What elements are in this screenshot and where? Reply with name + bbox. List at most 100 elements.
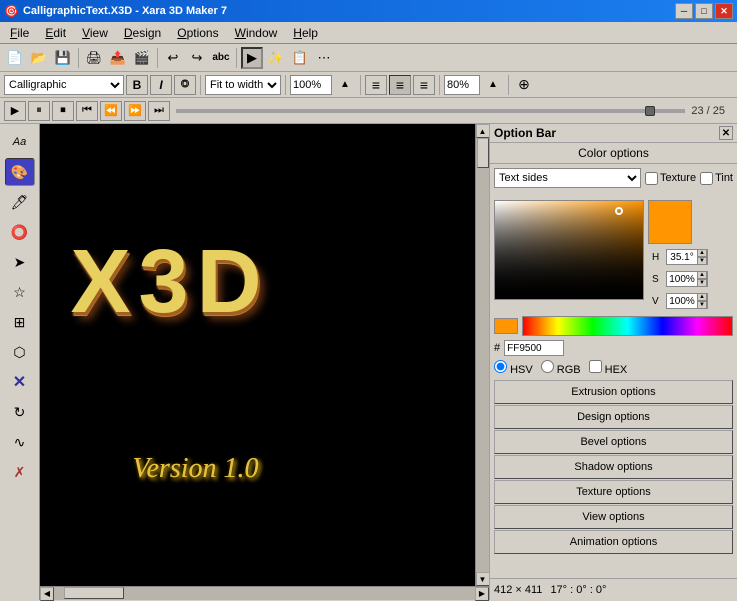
- align-right[interactable]: ≡: [413, 75, 435, 95]
- hsv-radio[interactable]: [494, 360, 507, 373]
- panel-close-button[interactable]: ✕: [719, 126, 733, 140]
- tool-wave[interactable]: ∿: [5, 428, 35, 456]
- text-button[interactable]: abc: [210, 47, 232, 69]
- menu-edit[interactable]: Edit: [37, 24, 74, 42]
- maximize-button[interactable]: □: [695, 3, 713, 19]
- font-select[interactable]: Calligraphic: [4, 75, 124, 95]
- v-row: V 100% ▲ ▼: [648, 292, 712, 310]
- undo-button[interactable]: ↩: [162, 47, 184, 69]
- minimize-button[interactable]: ─: [675, 3, 693, 19]
- magic-button[interactable]: ✨: [265, 47, 287, 69]
- hex-row: #: [490, 338, 737, 358]
- animate-button[interactable]: 🎬: [131, 47, 153, 69]
- s-up-arrow[interactable]: ▲: [697, 271, 707, 279]
- view-options-button[interactable]: View options: [494, 505, 733, 529]
- hscroll-thumb[interactable]: [64, 587, 124, 599]
- menu-window[interactable]: Window: [227, 24, 286, 42]
- extrusion-options-button[interactable]: Extrusion options: [494, 380, 733, 404]
- play-button[interactable]: ▶: [241, 47, 263, 69]
- v-label: V: [652, 296, 664, 307]
- scroll-track[interactable]: [476, 138, 489, 572]
- v-up-arrow[interactable]: ▲: [697, 293, 707, 301]
- rgb-radio[interactable]: [541, 360, 554, 373]
- close-button[interactable]: ✕: [715, 3, 733, 19]
- print-button[interactable]: 🖨: [83, 47, 105, 69]
- shadow-options-button[interactable]: Shadow options: [494, 455, 733, 479]
- tint-checkbox[interactable]: [700, 172, 713, 185]
- zoom-up-button[interactable]: ▲: [334, 74, 356, 96]
- save-button[interactable]: 💾: [52, 47, 74, 69]
- main-toolbar: 📄 📂 💾 🖨 📤 🎬 ↩ ↪ abc ▶ ✨ 📋 ⋯: [0, 44, 737, 72]
- export-button[interactable]: 📤: [107, 47, 129, 69]
- bold-button[interactable]: B: [126, 75, 148, 95]
- design-options-button[interactable]: Design options: [494, 405, 733, 429]
- tool-loop[interactable]: ↻: [5, 398, 35, 426]
- v-down-arrow[interactable]: ▼: [697, 301, 707, 309]
- extra-btn[interactable]: ⊕: [513, 74, 535, 96]
- tool-color[interactable]: 🎨: [5, 158, 35, 186]
- play-prev[interactable]: ⏪: [100, 101, 122, 121]
- timeline-slider[interactable]: [176, 109, 685, 113]
- open-button[interactable]: 📂: [28, 47, 50, 69]
- texture-checkbox[interactable]: [645, 172, 658, 185]
- window-controls: ─ □ ✕: [675, 3, 733, 19]
- app-icon: 🎯: [4, 4, 19, 18]
- option-buttons-area: Extrusion options Design options Bevel o…: [490, 378, 737, 578]
- align-left[interactable]: ≡: [365, 75, 387, 95]
- italic-button[interactable]: I: [150, 75, 172, 95]
- animation-options-button[interactable]: Animation options: [494, 530, 733, 554]
- tool-pattern[interactable]: ⊞: [5, 308, 35, 336]
- h-up-arrow[interactable]: ▲: [697, 249, 707, 257]
- angle-up[interactable]: ▲: [482, 74, 504, 96]
- play-prev-end[interactable]: ⏮: [76, 101, 98, 121]
- play-pause[interactable]: ⏸: [28, 101, 50, 121]
- rainbow-row: [490, 314, 737, 338]
- fit-select[interactable]: Fit to width: [205, 75, 281, 95]
- tint-label: Tint: [715, 172, 733, 184]
- bevel-options-button[interactable]: Bevel options: [494, 430, 733, 454]
- play-play[interactable]: ▶: [4, 101, 26, 121]
- canvas[interactable]: X3D X3D Version 1.0 Version 1.0: [40, 124, 475, 586]
- tool-arrow[interactable]: ➤: [5, 248, 35, 276]
- export2-button[interactable]: 📋: [289, 47, 311, 69]
- tool-text[interactable]: Aa: [5, 128, 35, 156]
- scroll-thumb[interactable]: [477, 138, 489, 168]
- scroll-up-button[interactable]: ▲: [476, 124, 490, 138]
- h-down-arrow[interactable]: ▼: [697, 257, 707, 265]
- tool-shape[interactable]: 🖊: [5, 188, 35, 216]
- redo-button[interactable]: ↪: [186, 47, 208, 69]
- surface-select[interactable]: Text sides: [494, 168, 641, 188]
- color-swatch-small[interactable]: [494, 318, 518, 334]
- color-gradient-box[interactable]: [494, 200, 644, 300]
- hex-radio[interactable]: [589, 360, 602, 373]
- menu-design[interactable]: Design: [116, 24, 169, 42]
- s-down-arrow[interactable]: ▼: [697, 279, 707, 287]
- tool-star[interactable]: ☆: [5, 278, 35, 306]
- outline-button[interactable]: O: [174, 75, 196, 95]
- color-swatch[interactable]: [648, 200, 692, 244]
- hue-bar[interactable]: [522, 316, 733, 336]
- tool-cube[interactable]: ⬡: [5, 338, 35, 366]
- v-arrows: ▲ ▼: [697, 293, 707, 309]
- play-stop[interactable]: ⏹: [52, 101, 74, 121]
- align-center[interactable]: ≡: [389, 75, 411, 95]
- menu-file[interactable]: File: [2, 24, 37, 42]
- menu-options[interactable]: Options: [169, 24, 226, 42]
- menu-help[interactable]: Help: [285, 24, 326, 42]
- h-spinner[interactable]: 35.1° ▲ ▼: [666, 249, 708, 265]
- hex-input[interactable]: [504, 340, 564, 356]
- v-spinner[interactable]: 100% ▲ ▼: [666, 293, 708, 309]
- menu-view[interactable]: View: [74, 24, 116, 42]
- more-button[interactable]: ⋯: [313, 47, 335, 69]
- tool-circle[interactable]: ⭕: [5, 218, 35, 246]
- color-marker[interactable]: [615, 207, 623, 215]
- play-next[interactable]: ⏩: [124, 101, 146, 121]
- h-arrows: ▲ ▼: [697, 249, 707, 265]
- s-spinner[interactable]: 100% ▲ ▼: [666, 271, 708, 287]
- play-next-end[interactable]: ⏭: [148, 101, 170, 121]
- tool-x[interactable]: ✕: [5, 368, 35, 396]
- texture-options-button[interactable]: Texture options: [494, 480, 733, 504]
- new-button[interactable]: 📄: [4, 47, 26, 69]
- tool-x2[interactable]: ✗: [5, 458, 35, 486]
- scroll-down-button[interactable]: ▼: [476, 572, 490, 586]
